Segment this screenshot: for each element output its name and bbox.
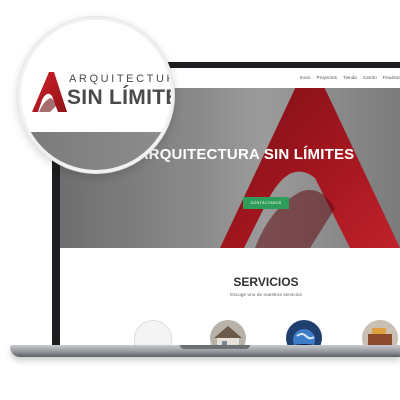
nav-item-carrito[interactable]: Carrito bbox=[363, 75, 377, 80]
service-thumbnail-1[interactable] bbox=[134, 320, 172, 348]
nav-item-tienda[interactable]: Tienda bbox=[343, 75, 357, 80]
brand-a-logo-icon bbox=[32, 72, 67, 112]
service-thumbnail-house[interactable] bbox=[210, 320, 246, 348]
service-thumbnail-construction[interactable] bbox=[362, 320, 398, 348]
globe-icon bbox=[286, 320, 322, 348]
services-title: SERVICIOS bbox=[233, 275, 299, 289]
nav-item-finalizar[interactable]: Finalizar bbox=[383, 75, 400, 80]
logo-text-sin-limites: SIN LÍMITES bbox=[67, 86, 171, 109]
bubble-top-area bbox=[21, 20, 171, 60]
logo-text-arquitectura: ARQUITECTURA bbox=[69, 73, 171, 85]
brand-a-mark-graphic bbox=[220, 88, 400, 248]
construction-icon bbox=[362, 320, 398, 348]
nav-item-inicio[interactable]: Inicio bbox=[300, 75, 311, 80]
house-icon bbox=[210, 320, 246, 348]
nav-item-proyectos[interactable]: Proyectos bbox=[317, 75, 337, 80]
service-thumbnail-globe[interactable] bbox=[286, 320, 322, 348]
bubble-hero-preview bbox=[21, 132, 171, 170]
services-subtitle: Escoge uno de nuestros servicios bbox=[230, 293, 302, 298]
laptop-notch bbox=[180, 345, 250, 349]
contact-button[interactable]: CONTÁCTANOS bbox=[243, 197, 289, 209]
logo-zoom-bubble: ARQUITECTURA SIN LÍMITES bbox=[18, 17, 174, 173]
